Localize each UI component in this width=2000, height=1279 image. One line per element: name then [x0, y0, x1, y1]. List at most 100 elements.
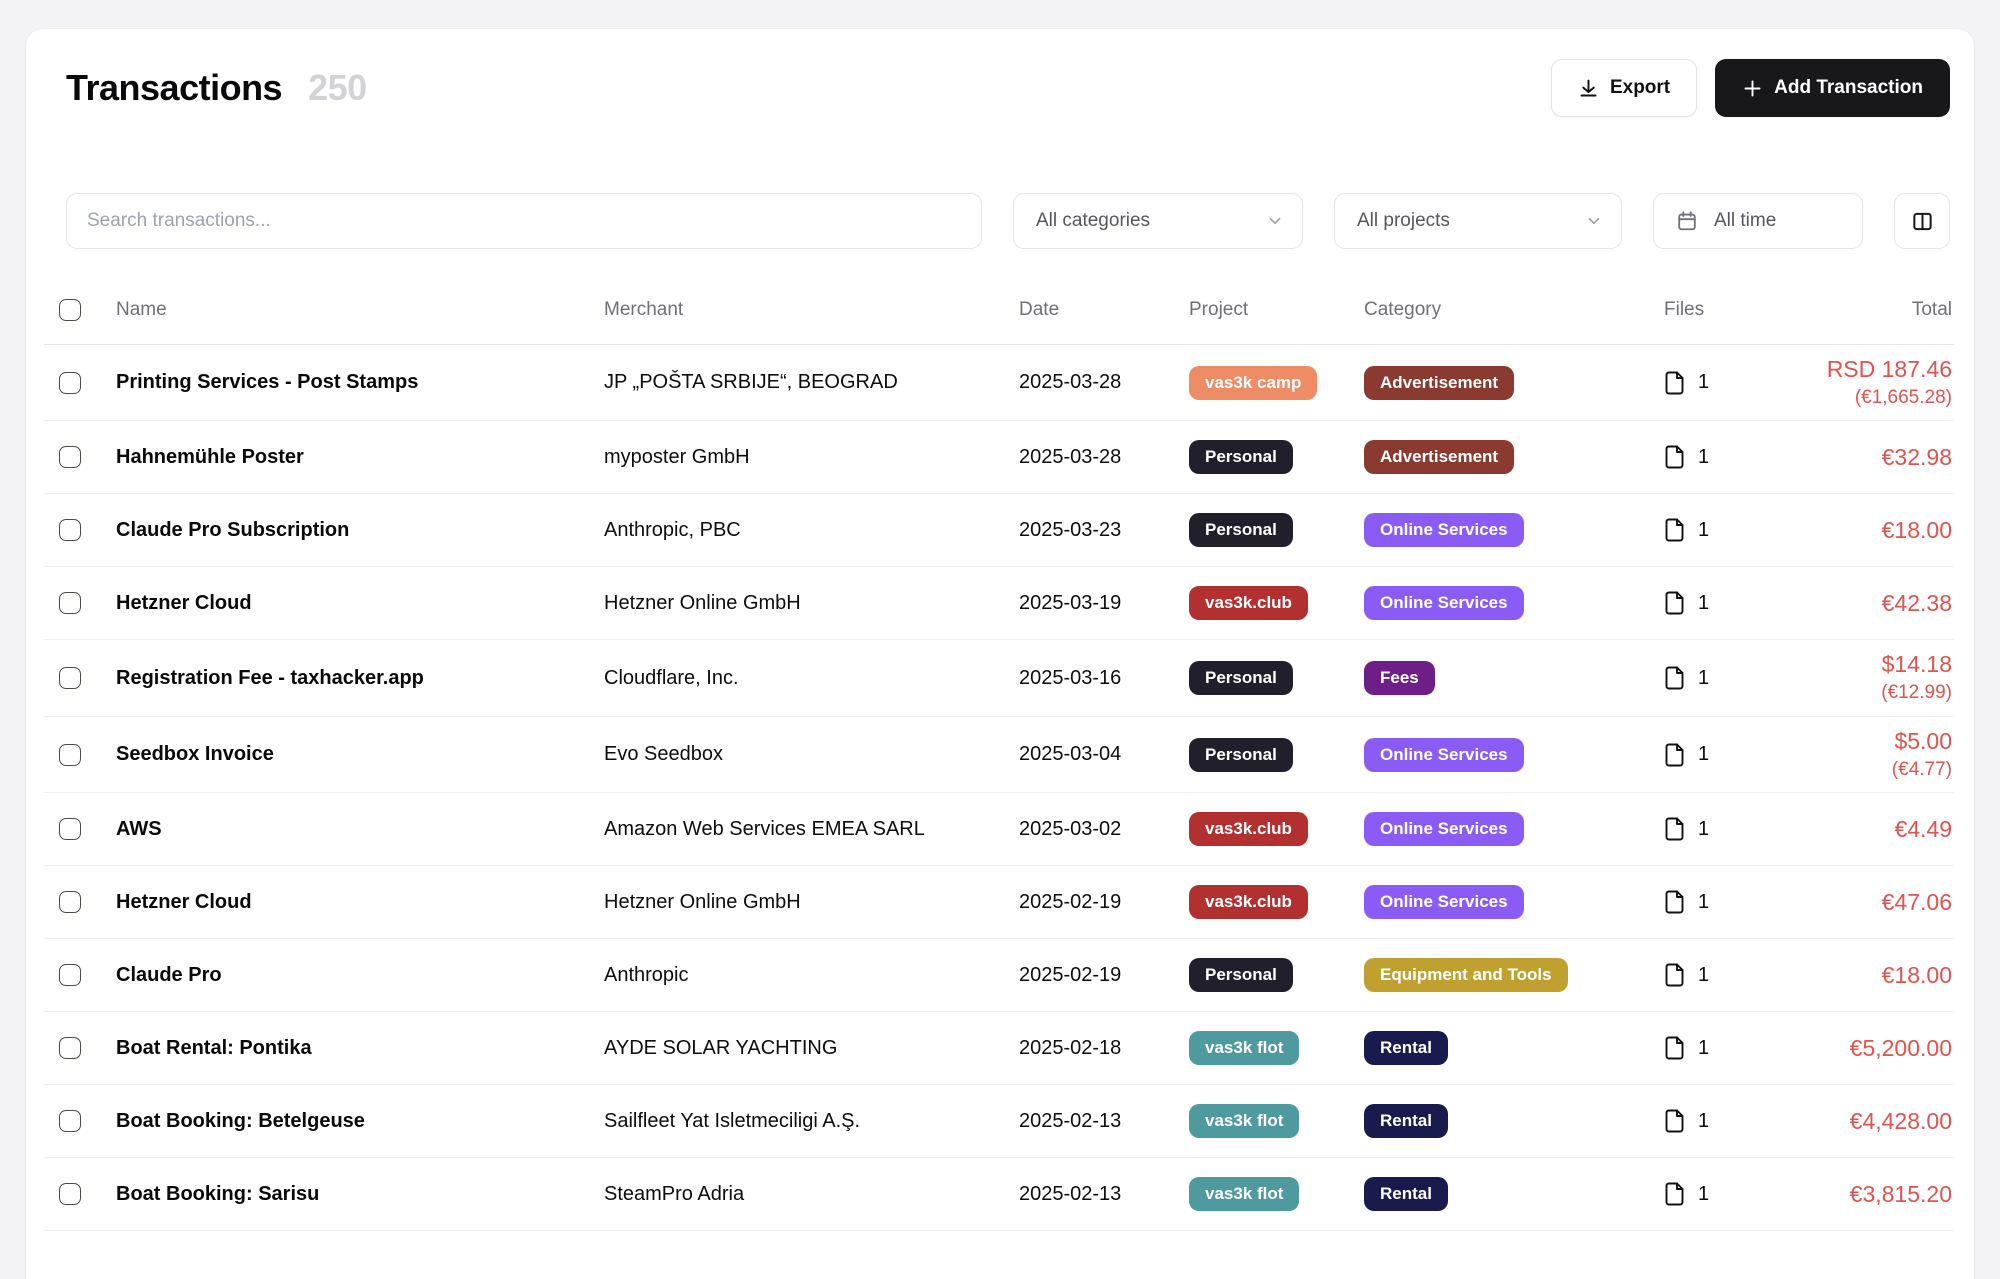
row-checkbox[interactable] [59, 667, 81, 689]
transaction-date: 2025-02-19 [1019, 964, 1189, 987]
project-badge[interactable]: Personal [1189, 661, 1293, 695]
table-row[interactable]: Boat Booking: SarisuSteamPro Adria2025-0… [44, 1158, 1954, 1231]
table-row[interactable]: Seedbox InvoiceEvo Seedbox2025-03-04Pers… [44, 717, 1954, 793]
table-row[interactable]: Hetzner CloudHetzner Online GmbH2025-03-… [44, 567, 1954, 640]
project-badge[interactable]: vas3k flot [1189, 1104, 1299, 1138]
transaction-project-cell: Personal [1189, 513, 1364, 547]
transaction-date: 2025-02-18 [1019, 1037, 1189, 1060]
row-checkbox-cell [44, 446, 116, 468]
transaction-files-cell: 1 [1664, 963, 1744, 987]
row-checkbox[interactable] [59, 1037, 81, 1059]
table-row[interactable]: Claude ProAnthropic2025-02-19PersonalEqu… [44, 939, 1954, 1012]
category-badge[interactable]: Online Services [1364, 586, 1524, 620]
transaction-files-cell: 1 [1664, 890, 1744, 914]
transaction-total: $5.00 [1744, 727, 1952, 756]
transaction-category-cell: Online Services [1364, 812, 1664, 846]
row-checkbox[interactable] [59, 891, 81, 913]
file-count: 1 [1698, 1037, 1709, 1060]
category-badge[interactable]: Fees [1364, 661, 1435, 695]
transaction-name: Hetzner Cloud [116, 891, 604, 914]
add-transaction-button[interactable]: Add Transaction [1715, 59, 1950, 117]
transaction-total-converted: (€12.99) [1744, 681, 1952, 706]
category-badge[interactable]: Advertisement [1364, 366, 1514, 400]
column-header-name[interactable]: Name [116, 299, 604, 321]
project-badge[interactable]: Personal [1189, 513, 1293, 547]
column-header-merchant[interactable]: Merchant [604, 299, 1019, 321]
row-checkbox[interactable] [59, 1110, 81, 1132]
export-button-label: Export [1610, 77, 1670, 99]
transaction-merchant: Anthropic [604, 964, 1019, 987]
transaction-total-cell: €5,200.00 [1744, 1024, 1952, 1073]
projects-filter[interactable]: All projects [1334, 193, 1622, 249]
transaction-project-cell: vas3k flot [1189, 1177, 1364, 1211]
project-badge[interactable]: vas3k flot [1189, 1031, 1299, 1065]
project-badge[interactable]: vas3k.club [1189, 812, 1308, 846]
project-badge[interactable]: Personal [1189, 440, 1293, 474]
file-icon [1664, 1036, 1685, 1060]
table-row[interactable]: AWSAmazon Web Services EMEA SARL2025-03-… [44, 793, 1954, 866]
project-badge[interactable]: Personal [1189, 738, 1293, 772]
transaction-category-cell: Online Services [1364, 738, 1664, 772]
table-row[interactable]: Hetzner CloudHetzner Online GmbH2025-02-… [44, 866, 1954, 939]
category-badge[interactable]: Online Services [1364, 885, 1524, 919]
transaction-merchant: Hetzner Online GmbH [604, 891, 1019, 914]
category-badge[interactable]: Online Services [1364, 812, 1524, 846]
row-checkbox[interactable] [59, 744, 81, 766]
table-row[interactable]: Boat Booking: BetelgeuseSailfleet Yat Is… [44, 1085, 1954, 1158]
row-checkbox[interactable] [59, 818, 81, 840]
row-checkbox[interactable] [59, 592, 81, 614]
project-badge[interactable]: vas3k flot [1189, 1177, 1299, 1211]
project-badge[interactable]: vas3k camp [1189, 366, 1317, 400]
row-checkbox[interactable] [59, 446, 81, 468]
row-checkbox[interactable] [59, 1183, 81, 1205]
category-badge[interactable]: Rental [1364, 1104, 1448, 1138]
projects-filter-value: All projects [1357, 210, 1450, 232]
project-badge[interactable]: vas3k.club [1189, 885, 1308, 919]
transaction-files-cell: 1 [1664, 743, 1744, 767]
export-button[interactable]: Export [1551, 59, 1697, 117]
select-all-checkbox[interactable] [59, 299, 81, 321]
column-header-category[interactable]: Category [1364, 299, 1664, 321]
category-badge[interactable]: Advertisement [1364, 440, 1514, 474]
transaction-files-cell: 1 [1664, 666, 1744, 690]
filter-bar: All categories All projects All time [66, 193, 1950, 249]
transaction-merchant: Evo Seedbox [604, 743, 1019, 766]
row-checkbox-cell [44, 1110, 116, 1132]
transactions-card: Transactions 250 Export Add Transaction [25, 28, 1975, 1279]
row-checkbox-cell [44, 891, 116, 913]
row-checkbox[interactable] [59, 964, 81, 986]
search-input[interactable] [66, 193, 982, 249]
transaction-files-cell: 1 [1664, 817, 1744, 841]
category-badge[interactable]: Rental [1364, 1031, 1448, 1065]
row-checkbox-cell [44, 519, 116, 541]
date-range-filter[interactable]: All time [1653, 193, 1863, 249]
transaction-merchant: Amazon Web Services EMEA SARL [604, 818, 1019, 841]
table-row[interactable]: Boat Rental: PontikaAYDE SOLAR YACHTING2… [44, 1012, 1954, 1085]
project-badge[interactable]: vas3k.club [1189, 586, 1308, 620]
column-header-files[interactable]: Files [1664, 299, 1744, 321]
project-badge[interactable]: Personal [1189, 958, 1293, 992]
category-badge[interactable]: Rental [1364, 1177, 1448, 1211]
column-header-date[interactable]: Date [1019, 299, 1189, 321]
transaction-files-cell: 1 [1664, 591, 1744, 615]
transaction-total-cell: $14.18(€12.99) [1744, 640, 1952, 715]
column-header-total[interactable]: Total [1744, 299, 1952, 321]
table-row[interactable]: Registration Fee - taxhacker.appCloudfla… [44, 640, 1954, 716]
file-count: 1 [1698, 891, 1709, 914]
row-checkbox[interactable] [59, 519, 81, 541]
file-icon [1664, 371, 1685, 395]
table-row[interactable]: Hahnemühle Postermyposter GmbH2025-03-28… [44, 421, 1954, 494]
column-header-project[interactable]: Project [1189, 299, 1364, 321]
transaction-name: Printing Services - Post Stamps [116, 371, 604, 394]
row-checkbox[interactable] [59, 372, 81, 394]
table-row[interactable]: Claude Pro SubscriptionAnthropic, PBC202… [44, 494, 1954, 567]
categories-filter[interactable]: All categories [1013, 193, 1303, 249]
column-visibility-button[interactable] [1894, 193, 1950, 249]
category-badge[interactable]: Online Services [1364, 513, 1524, 547]
transaction-total-cell: €18.00 [1744, 506, 1952, 555]
table-row[interactable]: Printing Services - Post StampsJP „POŠTA… [44, 345, 1954, 421]
transaction-total-cell: RSD 187.46(€1,665.28) [1744, 345, 1952, 420]
category-badge[interactable]: Equipment and Tools [1364, 958, 1568, 992]
table-header-row: Name Merchant Date Project Category File… [44, 275, 1954, 345]
category-badge[interactable]: Online Services [1364, 738, 1524, 772]
